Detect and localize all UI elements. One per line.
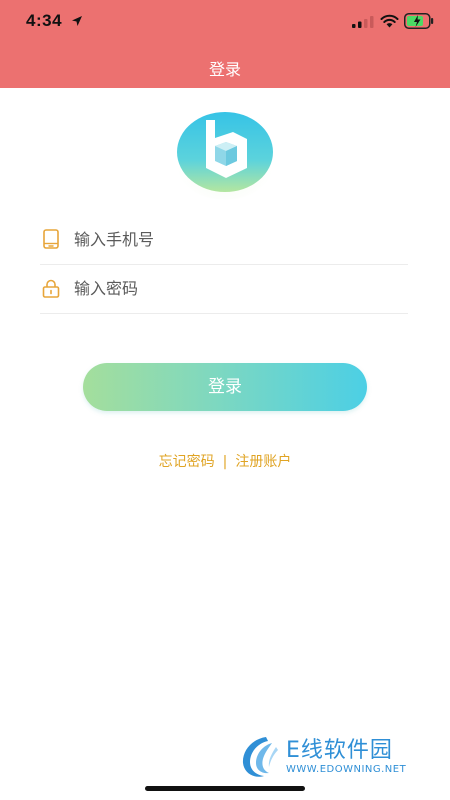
wifi-icon — [380, 14, 399, 28]
signal-icon — [352, 16, 374, 28]
status-time: 4:34 — [26, 11, 63, 30]
status-bar: 4:34 — [0, 0, 450, 44]
page-title: 登录 — [208, 60, 241, 79]
location-arrow-icon — [72, 16, 82, 26]
watermark-title: E线软件园 — [286, 738, 393, 763]
register-link[interactable]: 注册账户 — [235, 454, 291, 470]
watermark-subtitle: WWW.EDOWNING.NET — [286, 764, 407, 775]
phone-icon — [43, 229, 59, 249]
link-separator: | — [222, 454, 228, 470]
watermark: E线软件园 WWW.EDOWNING.NET — [236, 731, 446, 783]
phone-field[interactable] — [40, 215, 408, 265]
password-field[interactable] — [40, 264, 408, 314]
auth-links: 忘记密码 | 注册账户 — [0, 451, 450, 471]
phone-input[interactable] — [74, 226, 394, 252]
password-input[interactable] — [74, 275, 394, 301]
battery-icon — [404, 13, 434, 29]
edowning-logo-icon — [242, 737, 278, 777]
lock-icon — [42, 279, 60, 298]
home-indicator — [145, 786, 305, 791]
forgot-password-link[interactable]: 忘记密码 — [159, 454, 215, 470]
login-button[interactable]: 登录 — [83, 363, 367, 411]
nav-bar: 登录 — [0, 44, 450, 88]
app-logo-b-icon — [177, 112, 273, 200]
